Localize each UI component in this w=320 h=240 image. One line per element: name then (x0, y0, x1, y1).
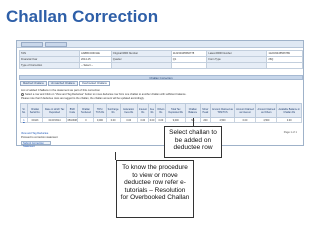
page-title: Challan Correction (6, 7, 159, 26)
tab-matched-challans[interactable]: Matched Challans (20, 81, 47, 86)
top-tab[interactable] (21, 42, 43, 47)
tab-unmatched-challans[interactable]: Unmatched Challans (47, 81, 78, 86)
form-label (110, 62, 172, 69)
table-header-cell: Interest Rs (136, 103, 149, 118)
callout-connector (193, 118, 194, 126)
table-cell: 4,500 (255, 117, 278, 123)
procedure-callout: To know the procedure to view or move de… (116, 160, 194, 218)
table-cell: 01/07/2014 (42, 117, 67, 123)
tab-overbooked-challans[interactable]: Overbooked Challans (78, 81, 110, 86)
table-header-cell: Minor Head (199, 103, 212, 118)
challan-table: Sr. No. Challan Serial No. Date on which T… (20, 103, 302, 123)
table-header-cell: Total Tax Deposited Rs (165, 103, 186, 118)
table-header-cell: Available Balance in Challan Rs (276, 103, 302, 118)
table-row[interactable]: 1 00123 01/07/2014 0510308 0 9,000 0.00 0.00 0.0… (20, 117, 302, 123)
form-label (206, 62, 268, 69)
correction-type-select[interactable]: -- Select -- (79, 62, 112, 69)
table-header-cell: Challan Serial No. (26, 103, 44, 118)
table-header-cell: Amount Claimed as TDS/TCS (210, 103, 235, 118)
table-header-row: Sr. No. Challan Serial No. Date on which T… (20, 103, 302, 118)
table-cell: 0 (77, 117, 95, 123)
table-cell: 9,000 (165, 117, 186, 123)
table-cell: 0.00 (136, 117, 149, 123)
callout-connector (115, 152, 116, 160)
table-header-cell: Fee Rs (147, 103, 157, 118)
instruction-note: Please note that if deductee rows are ta… (21, 97, 145, 100)
table-cell: 0.00 (105, 117, 121, 123)
instruction-text: Select a row and Click on "View and Tag … (25, 93, 187, 97)
challan-correction-panel: TAN AABBCCDD11E Original RRR Number 1122… (16, 40, 304, 148)
table-cell: 0510308 (65, 117, 79, 123)
top-tab-strip (17, 41, 303, 48)
table-header-cell: Challan Tendered (77, 103, 95, 118)
pager: Page 1 of 1 (283, 131, 297, 134)
statement-details-grid: TAN AABBCCDD11E Original RRR Number 1122… (19, 50, 303, 69)
table-cell: 4,500 (210, 117, 235, 123)
table-cell: 0.00 (147, 117, 157, 123)
table-header-cell: Surcharge Rs (105, 103, 121, 118)
table-cell: 0.00 (276, 117, 302, 123)
submit-correction-button[interactable]: Submit Correction Statement (21, 141, 51, 148)
list-title: List of added Challans in the statement … (21, 88, 100, 92)
table-cell: 0.00 (155, 117, 167, 123)
table-header-cell: Challan Balance (184, 103, 201, 118)
section-heading: Challan Correction (19, 75, 303, 80)
table-header-cell: Sr. No. (20, 103, 28, 118)
top-tab[interactable] (45, 42, 67, 47)
form-value (266, 62, 303, 69)
table-cell: 9,000 (93, 117, 107, 123)
table-cell: 0.00 (119, 117, 138, 123)
instruction-option[interactable]: Select a row and Click on "View and Tag … (21, 93, 186, 96)
table-header-cell: Education Cess Rs (119, 103, 138, 118)
row-select-cell[interactable]: 1 (20, 117, 28, 123)
challan-tabs: Matched Challans Unmatched Challans Over… (20, 81, 110, 86)
table-header-cell: Amount Claimed as Interest (233, 103, 257, 118)
form-row: Type of Correction -- Select -- (19, 62, 303, 69)
table-header-cell: Others Rs (155, 103, 167, 118)
form-label: Type of Correction (19, 62, 80, 69)
table-cell: 200 (199, 117, 212, 123)
proceed-label: Proceed to correction statement (21, 136, 58, 139)
select-challan-callout: Select challan to be added on deductee r… (164, 126, 222, 158)
table-header-cell: TDS / TCS Rs (93, 103, 107, 118)
submit-correction-label: Submit Correction Statement (23, 142, 44, 148)
table-header-cell: Date on which Tax Deposited (42, 103, 67, 118)
table-header-cell: BSR Code (65, 103, 79, 118)
table-cell: 00123 (26, 117, 44, 123)
view-tag-deductee-link[interactable]: View and Tag Deductee (21, 132, 48, 135)
radio-icon[interactable] (21, 93, 24, 96)
table-header-cell: Amount Claimed as Others (255, 103, 278, 118)
form-value (170, 62, 208, 69)
table-cell: 0.00 (233, 117, 257, 123)
